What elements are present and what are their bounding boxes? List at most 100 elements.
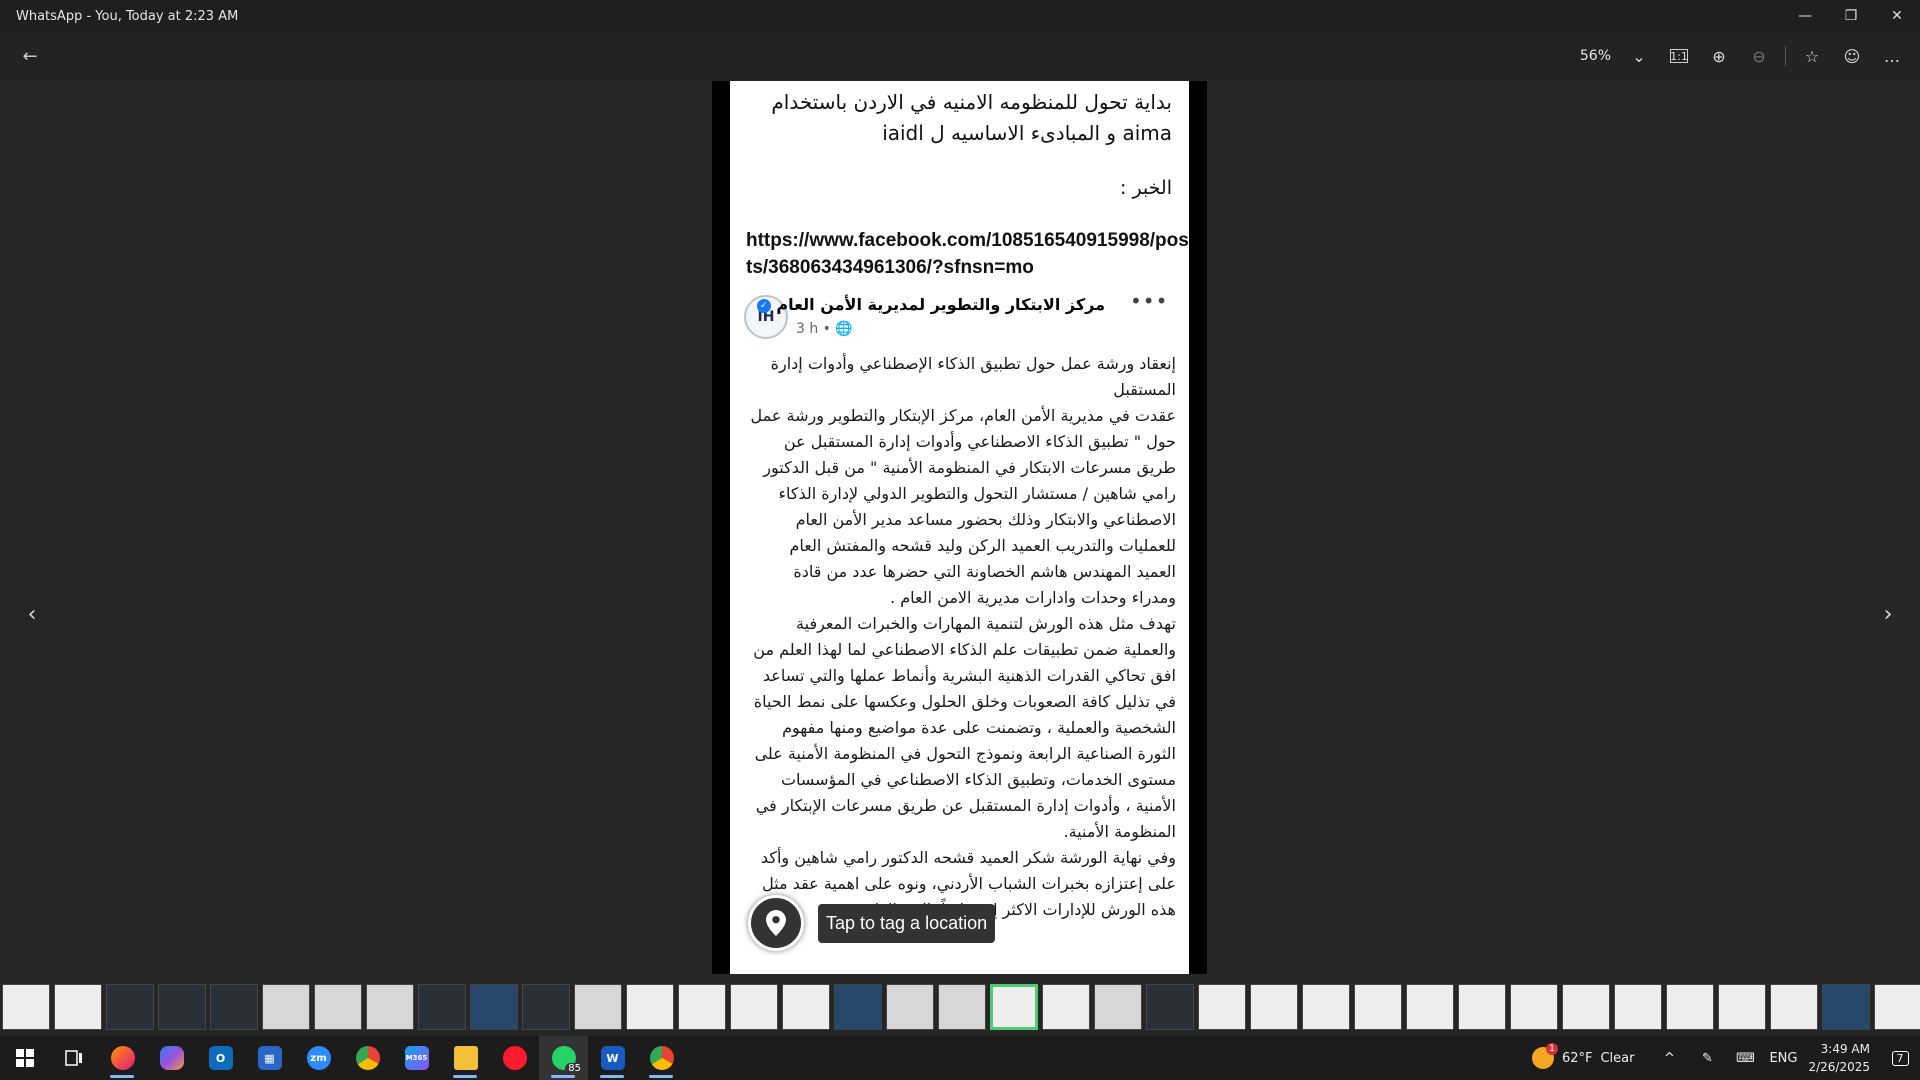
notification-center-icon[interactable]: 7 xyxy=(1880,1050,1920,1066)
system-tray: 1 62°F Clear ^ ✎ ⌨ ENG 3:49 AM 2/26/2025… xyxy=(1531,1036,1920,1080)
weather-alert-badge: 1 xyxy=(1545,1043,1558,1055)
thumbnail[interactable] xyxy=(210,984,258,1030)
whatsapp-unread-count: 85 xyxy=(565,1063,584,1074)
zoom-out-icon[interactable]: ⊖ xyxy=(1741,40,1777,72)
thumbnail[interactable] xyxy=(1250,984,1298,1030)
zoom-dropdown-chevron-icon[interactable]: ⌄ xyxy=(1621,40,1657,72)
document-headline: بداية تحول للمنظومه الامنيه في الاردن با… xyxy=(771,90,1172,145)
facebook-post-header: IH مركز الابتكار والتطوير لمديرية الأمن … xyxy=(730,289,1189,351)
task-view-icon[interactable] xyxy=(49,1036,98,1080)
thumbnail[interactable] xyxy=(1822,984,1870,1030)
page-name-text: مركز الابتكار والتطوير لمديرية الأمن الع… xyxy=(776,295,1105,314)
thumbnail[interactable] xyxy=(1146,984,1194,1030)
weather-sun-icon: 1 xyxy=(1531,1043,1558,1069)
whatsapp-icon[interactable]: 85 xyxy=(539,1036,588,1080)
windows-logo-icon xyxy=(15,1049,34,1067)
chrome-icon[interactable] xyxy=(343,1036,392,1080)
thumbnail[interactable] xyxy=(1354,984,1402,1030)
thumbnail[interactable] xyxy=(1406,984,1454,1030)
thumbnail[interactable] xyxy=(1614,984,1662,1030)
emoji-icon[interactable]: ☺ xyxy=(1834,40,1870,72)
m365-copilot-icon[interactable]: M365 xyxy=(392,1036,441,1080)
pen-icon[interactable]: ✎ xyxy=(1688,1051,1726,1066)
back-arrow-icon[interactable]: ← xyxy=(16,42,44,70)
chrome-profile-icon[interactable] xyxy=(637,1036,686,1080)
clock[interactable]: 3:49 AM 2/26/2025 xyxy=(1802,1040,1880,1076)
thumbnail[interactable] xyxy=(782,984,830,1030)
thumbnail-selected[interactable] xyxy=(990,984,1038,1030)
keyboard-icon[interactable]: ⌨ xyxy=(1726,1051,1764,1066)
thumbnail[interactable] xyxy=(106,984,154,1030)
location-tag[interactable]: Tap to tag a location xyxy=(748,893,996,953)
thumbnail[interactable] xyxy=(1562,984,1610,1030)
file-explorer-icon[interactable] xyxy=(441,1036,490,1080)
thumbnail[interactable] xyxy=(262,984,310,1030)
post-paragraph: عقدت في مديرية الأمن العام، مركز الإبتكا… xyxy=(750,406,1176,607)
thumbnail[interactable] xyxy=(834,984,882,1030)
thumbnail[interactable] xyxy=(1874,984,1920,1030)
thumbnail[interactable] xyxy=(1510,984,1558,1030)
word-icon[interactable]: W xyxy=(588,1036,637,1080)
zoom-level[interactable]: 56% xyxy=(1576,48,1617,64)
thumbnail[interactable] xyxy=(938,984,986,1030)
thumbnail[interactable] xyxy=(158,984,206,1030)
facebook-link: https://www.facebook.com/108516540915998… xyxy=(746,230,1189,278)
start-button[interactable] xyxy=(0,1036,49,1080)
news-label: الخبر : xyxy=(1120,177,1172,199)
window-titlebar: WhatsApp - You, Today at 2:23 AM — ❐ ✕ xyxy=(0,0,1920,32)
thumbnail-strip xyxy=(0,980,1920,1036)
thumbnail[interactable] xyxy=(1666,984,1714,1030)
clock-time: 3:49 AM xyxy=(1820,1042,1870,1056)
thumbnail[interactable] xyxy=(314,984,362,1030)
viewer-toolbar: ← 56% ⌄ 1:1 ⊕ ⊖ ☆ ☺ … xyxy=(0,32,1920,80)
zoom-app-icon[interactable]: zm xyxy=(294,1036,343,1080)
more-options-icon[interactable]: … xyxy=(1874,40,1910,72)
thumbnail[interactable] xyxy=(522,984,570,1030)
thumbnail[interactable] xyxy=(470,984,518,1030)
windows-taskbar: O ▦ zm M365 85 W 1 62°F Clear ^ ✎ ⌨ ENG … xyxy=(0,1036,1920,1080)
thumbnail[interactable] xyxy=(626,984,674,1030)
firefox-icon[interactable] xyxy=(98,1036,147,1080)
thumbnail[interactable] xyxy=(1770,984,1818,1030)
verified-badge-icon: ✓ xyxy=(756,298,771,313)
opera-icon[interactable] xyxy=(490,1036,539,1080)
thumbnail[interactable] xyxy=(1042,984,1090,1030)
page-name: مركز الابتكار والتطوير لمديرية الأمن الع… xyxy=(753,295,1105,314)
previous-image-icon[interactable]: ‹ xyxy=(18,600,46,628)
outlook-icon[interactable]: O xyxy=(196,1036,245,1080)
post-body: إنعقاد ورشة عمل حول تطبيق الذكاء الإصطنا… xyxy=(730,351,1189,923)
weather-widget[interactable]: 1 62°F Clear xyxy=(1531,1043,1651,1069)
thumbnail[interactable] xyxy=(54,984,102,1030)
thumbnail[interactable] xyxy=(2,984,50,1030)
zoom-in-icon[interactable]: ⊕ xyxy=(1701,40,1737,72)
thumbnail[interactable] xyxy=(1198,984,1246,1030)
minimize-button[interactable]: — xyxy=(1782,0,1828,32)
thumbnail[interactable] xyxy=(366,984,414,1030)
thumbnail[interactable] xyxy=(1094,984,1142,1030)
store-icon[interactable]: ▦ xyxy=(245,1036,294,1080)
star-icon[interactable]: ☆ xyxy=(1794,40,1830,72)
thumbnail[interactable] xyxy=(1718,984,1766,1030)
toolbar-divider xyxy=(1785,46,1786,66)
thumbnail[interactable] xyxy=(574,984,622,1030)
thumbnail[interactable] xyxy=(418,984,466,1030)
thumbnail[interactable] xyxy=(1458,984,1506,1030)
thumbnail[interactable] xyxy=(730,984,778,1030)
image-content: بداية تحول للمنظومه الامنيه في الاردن با… xyxy=(712,81,1207,974)
language-indicator[interactable]: ENG xyxy=(1764,1051,1802,1066)
actual-size-icon[interactable]: 1:1 xyxy=(1670,49,1688,63)
thumbnail[interactable] xyxy=(1302,984,1350,1030)
close-button[interactable]: ✕ xyxy=(1874,0,1920,32)
maximize-button[interactable]: ❐ xyxy=(1828,0,1874,32)
thumbnail[interactable] xyxy=(678,984,726,1030)
clock-date: 2/26/2025 xyxy=(1808,1060,1870,1074)
copilot-icon[interactable] xyxy=(147,1036,196,1080)
toolbar-actions: 56% ⌄ 1:1 ⊕ ⊖ ☆ ☺ … xyxy=(1576,40,1910,72)
post-more-icon: ••• xyxy=(1130,289,1169,313)
thumbnail[interactable] xyxy=(886,984,934,1030)
location-pin-icon[interactable] xyxy=(748,895,804,951)
next-image-icon[interactable]: › xyxy=(1874,600,1902,628)
location-tag-tooltip[interactable]: Tap to tag a location xyxy=(818,903,996,943)
show-hidden-icons-chevron-icon[interactable]: ^ xyxy=(1650,1051,1688,1066)
window-title: WhatsApp - You, Today at 2:23 AM xyxy=(16,8,239,24)
